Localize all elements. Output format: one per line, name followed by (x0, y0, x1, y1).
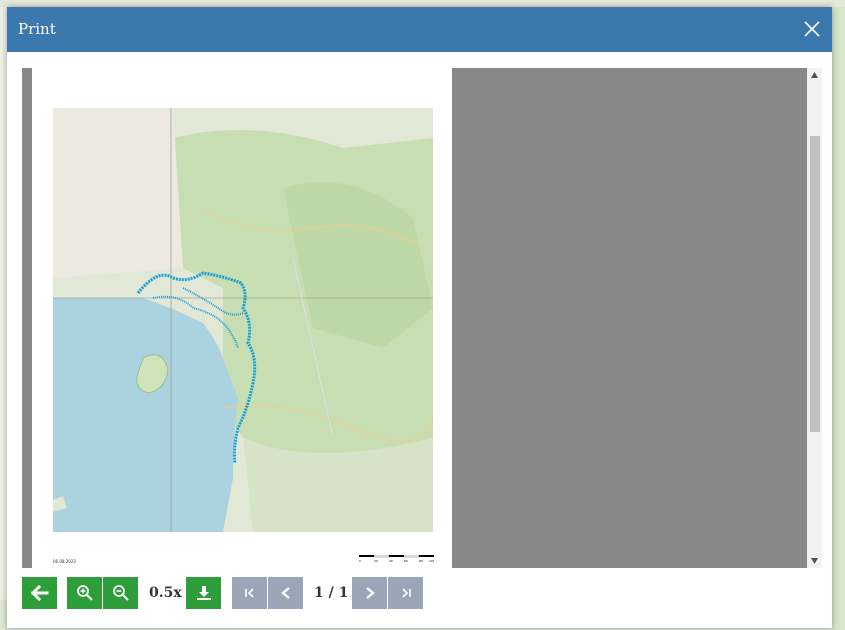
first-page-button[interactable] (232, 577, 267, 609)
scale-label: 40 (389, 559, 393, 563)
print-preview-viewer[interactable]: 06.08.2023 0 20 40 60 80 100km (22, 68, 822, 568)
page-indicator: 1 / 1 (314, 585, 349, 601)
prev-page-button[interactable] (268, 577, 303, 609)
chevron-right-icon (365, 587, 375, 599)
scale-label: 80 (419, 559, 423, 563)
zoom-in-icon (76, 585, 93, 601)
preview-page: 06.08.2023 0 20 40 60 80 100km (32, 68, 452, 568)
preview-map-image (53, 108, 434, 532)
print-date: 06.08.2023 (53, 559, 76, 564)
print-toolbar: 0.5x 1 / 1 (7, 577, 832, 613)
scale-label: 20 (374, 559, 378, 563)
scale-label: 100km (429, 559, 434, 563)
zoom-level: 0.5x (149, 585, 182, 601)
scale-label: 60 (404, 559, 408, 563)
scale-bar: 0 20 40 60 80 100km (359, 555, 434, 563)
scroll-down-icon[interactable] (810, 557, 819, 565)
scroll-up-icon[interactable] (810, 71, 819, 79)
last-page-button[interactable] (388, 577, 423, 609)
scale-label: 0 (359, 559, 361, 563)
zoom-in-button[interactable] (67, 577, 102, 609)
print-dialog: Print 06.08.2023 0 20 40 60 80 10 0.5x 1… (7, 7, 832, 628)
zoom-out-button[interactable] (103, 577, 138, 609)
scrollbar-thumb[interactable] (810, 136, 820, 432)
first-page-icon (244, 588, 254, 598)
dialog-header: Print (7, 7, 832, 52)
next-page-button[interactable] (352, 577, 387, 609)
chevron-left-icon (280, 587, 290, 599)
close-icon[interactable] (802, 19, 822, 39)
download-button[interactable] (186, 577, 221, 609)
download-icon (196, 586, 211, 600)
back-button[interactable] (22, 577, 57, 609)
arrow-left-icon (30, 585, 48, 601)
last-page-icon (401, 588, 411, 598)
preview-scrollbar[interactable] (807, 68, 822, 568)
zoom-out-icon (112, 585, 129, 601)
dialog-title: Print (18, 20, 56, 38)
